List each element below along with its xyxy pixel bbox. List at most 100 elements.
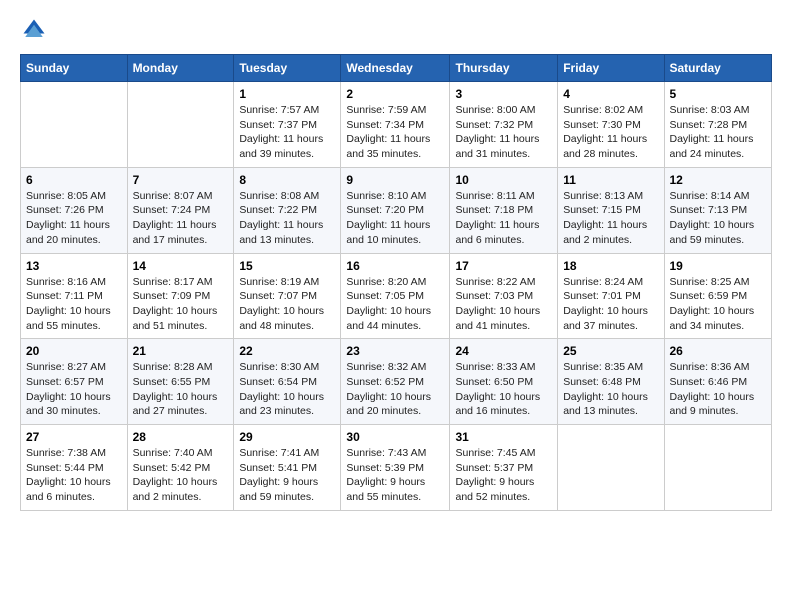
- day-number: 23: [346, 344, 444, 358]
- day-number: 16: [346, 259, 444, 273]
- day-info: Sunrise: 8:20 AM Sunset: 7:05 PM Dayligh…: [346, 276, 431, 332]
- day-number: 19: [670, 259, 767, 273]
- day-info: Sunrise: 8:03 AM Sunset: 7:28 PM Dayligh…: [670, 104, 754, 160]
- calendar-cell: 27 Sunrise: 7:38 AM Sunset: 5:44 PM Dayli…: [21, 425, 128, 511]
- calendar-cell: 26 Sunrise: 8:36 AM Sunset: 6:46 PM Dayli…: [664, 339, 772, 425]
- day-info: Sunrise: 8:32 AM Sunset: 6:52 PM Dayligh…: [346, 361, 431, 417]
- calendar-cell: 15 Sunrise: 8:19 AM Sunset: 7:07 PM Dayli…: [234, 253, 341, 339]
- weekday-header: Wednesday: [341, 55, 450, 82]
- day-info: Sunrise: 8:13 AM Sunset: 7:15 PM Dayligh…: [563, 190, 647, 246]
- calendar-cell: 20Sunrise: 8:27 AM Sunset: 6:57 PM Dayli…: [21, 339, 128, 425]
- day-number: 3: [455, 87, 552, 101]
- day-info: Sunrise: 7:59 AM Sunset: 7:34 PM Dayligh…: [346, 104, 430, 160]
- day-number: 20: [26, 344, 122, 358]
- day-number: 18: [563, 259, 658, 273]
- calendar-week-row: 6 Sunrise: 8:05 AM Sunset: 7:26 PM Daylig…: [21, 167, 772, 253]
- day-info: Sunrise: 8:24 AM Sunset: 7:01 PM Dayligh…: [563, 276, 648, 332]
- weekday-header: Sunday: [21, 55, 128, 82]
- weekday-header: Tuesday: [234, 55, 341, 82]
- day-info: Sunrise: 7:43 AM Sunset: 5:39 PM Dayligh…: [346, 447, 426, 503]
- day-info: Sunrise: 8:16 AM Sunset: 7:11 PM Dayligh…: [26, 276, 111, 332]
- day-number: 28: [133, 430, 229, 444]
- day-number: 14: [133, 259, 229, 273]
- day-info: Sunrise: 8:36 AM Sunset: 6:46 PM Dayligh…: [670, 361, 755, 417]
- day-info: Sunrise: 7:41 AM Sunset: 5:41 PM Dayligh…: [239, 447, 319, 503]
- calendar-cell: 12 Sunrise: 8:14 AM Sunset: 7:13 PM Dayli…: [664, 167, 772, 253]
- day-info: Sunrise: 8:17 AM Sunset: 7:09 PM Dayligh…: [133, 276, 218, 332]
- day-info: Sunrise: 8:05 AM Sunset: 7:26 PM Dayligh…: [26, 190, 110, 246]
- day-number: 5: [670, 87, 767, 101]
- calendar-cell: 1 Sunrise: 7:57 AM Sunset: 7:37 PM Daylig…: [234, 82, 341, 168]
- calendar-cell: 18 Sunrise: 8:24 AM Sunset: 7:01 PM Dayli…: [558, 253, 664, 339]
- day-number: 13: [26, 259, 122, 273]
- calendar-cell: 29 Sunrise: 7:41 AM Sunset: 5:41 PM Dayli…: [234, 425, 341, 511]
- day-info: Sunrise: 7:40 AM Sunset: 5:42 PM Dayligh…: [133, 447, 218, 503]
- calendar-cell: 16 Sunrise: 8:20 AM Sunset: 7:05 PM Dayli…: [341, 253, 450, 339]
- weekday-header: Friday: [558, 55, 664, 82]
- weekday-header: Thursday: [450, 55, 558, 82]
- day-number: 4: [563, 87, 658, 101]
- calendar-week-row: 27 Sunrise: 7:38 AM Sunset: 5:44 PM Dayli…: [21, 425, 772, 511]
- day-info: Sunrise: 8:07 AM Sunset: 7:24 PM Dayligh…: [133, 190, 217, 246]
- calendar-cell: 19 Sunrise: 8:25 AM Sunset: 6:59 PM Dayli…: [664, 253, 772, 339]
- day-number: 29: [239, 430, 335, 444]
- day-number: 30: [346, 430, 444, 444]
- day-number: 12: [670, 173, 767, 187]
- calendar-cell: 11 Sunrise: 8:13 AM Sunset: 7:15 PM Dayli…: [558, 167, 664, 253]
- day-number: 1: [239, 87, 335, 101]
- day-number: 9: [346, 173, 444, 187]
- weekday-header: Saturday: [664, 55, 772, 82]
- calendar-cell: 7 Sunrise: 8:07 AM Sunset: 7:24 PM Daylig…: [127, 167, 234, 253]
- day-number: 25: [563, 344, 658, 358]
- day-info: Sunrise: 7:57 AM Sunset: 7:37 PM Dayligh…: [239, 104, 323, 160]
- day-info: Sunrise: 8:30 AM Sunset: 6:54 PM Dayligh…: [239, 361, 324, 417]
- day-info: Sunrise: 8:10 AM Sunset: 7:20 PM Dayligh…: [346, 190, 430, 246]
- calendar-cell: 5 Sunrise: 8:03 AM Sunset: 7:28 PM Daylig…: [664, 82, 772, 168]
- calendar-cell: 25 Sunrise: 8:35 AM Sunset: 6:48 PM Dayli…: [558, 339, 664, 425]
- calendar-cell: 4 Sunrise: 8:02 AM Sunset: 7:30 PM Daylig…: [558, 82, 664, 168]
- day-number: 6: [26, 173, 122, 187]
- day-info: Sunrise: 8:35 AM Sunset: 6:48 PM Dayligh…: [563, 361, 648, 417]
- calendar-cell: 10Sunrise: 8:11 AM Sunset: 7:18 PM Dayli…: [450, 167, 558, 253]
- day-number: 22: [239, 344, 335, 358]
- day-info: Sunrise: 8:28 AM Sunset: 6:55 PM Dayligh…: [133, 361, 218, 417]
- calendar-cell: 24 Sunrise: 8:33 AM Sunset: 6:50 PM Dayli…: [450, 339, 558, 425]
- day-number: 10: [455, 173, 552, 187]
- day-info: Sunrise: 8:19 AM Sunset: 7:07 PM Dayligh…: [239, 276, 324, 332]
- calendar-week-row: 1 Sunrise: 7:57 AM Sunset: 7:37 PM Daylig…: [21, 82, 772, 168]
- page: SundayMondayTuesdayWednesdayThursdayFrid…: [0, 0, 792, 527]
- calendar-cell: 6 Sunrise: 8:05 AM Sunset: 7:26 PM Daylig…: [21, 167, 128, 253]
- day-info: Sunrise: 8:00 AM Sunset: 7:32 PM Dayligh…: [455, 104, 539, 160]
- calendar-cell: [21, 82, 128, 168]
- calendar-cell: 14 Sunrise: 8:17 AM Sunset: 7:09 PM Dayli…: [127, 253, 234, 339]
- day-info: Sunrise: 8:22 AM Sunset: 7:03 PM Dayligh…: [455, 276, 540, 332]
- day-number: 11: [563, 173, 658, 187]
- calendar-cell: 31Sunrise: 7:45 AM Sunset: 5:37 PM Dayli…: [450, 425, 558, 511]
- calendar-week-row: 13 Sunrise: 8:16 AM Sunset: 7:11 PM Dayli…: [21, 253, 772, 339]
- day-info: Sunrise: 8:02 AM Sunset: 7:30 PM Dayligh…: [563, 104, 647, 160]
- day-info: Sunrise: 8:08 AM Sunset: 7:22 PM Dayligh…: [239, 190, 323, 246]
- calendar-week-row: 20Sunrise: 8:27 AM Sunset: 6:57 PM Dayli…: [21, 339, 772, 425]
- day-number: 26: [670, 344, 767, 358]
- day-number: 24: [455, 344, 552, 358]
- calendar-cell: 28 Sunrise: 7:40 AM Sunset: 5:42 PM Dayli…: [127, 425, 234, 511]
- calendar-cell: 30 Sunrise: 7:43 AM Sunset: 5:39 PM Dayli…: [341, 425, 450, 511]
- calendar-cell: [558, 425, 664, 511]
- logo: [20, 16, 52, 44]
- calendar-cell: [127, 82, 234, 168]
- weekday-header-row: SundayMondayTuesdayWednesdayThursdayFrid…: [21, 55, 772, 82]
- weekday-header: Monday: [127, 55, 234, 82]
- day-info: Sunrise: 8:33 AM Sunset: 6:50 PM Dayligh…: [455, 361, 540, 417]
- day-info: Sunrise: 8:25 AM Sunset: 6:59 PM Dayligh…: [670, 276, 755, 332]
- day-number: 27: [26, 430, 122, 444]
- day-info: Sunrise: 7:45 AM Sunset: 5:37 PM Dayligh…: [455, 447, 535, 503]
- day-info: Sunrise: 8:14 AM Sunset: 7:13 PM Dayligh…: [670, 190, 755, 246]
- day-number: 17: [455, 259, 552, 273]
- day-number: 15: [239, 259, 335, 273]
- calendar-cell: 17 Sunrise: 8:22 AM Sunset: 7:03 PM Dayli…: [450, 253, 558, 339]
- calendar-cell: 2Sunrise: 7:59 AM Sunset: 7:34 PM Daylig…: [341, 82, 450, 168]
- day-number: 7: [133, 173, 229, 187]
- calendar-cell: [664, 425, 772, 511]
- day-info: Sunrise: 7:38 AM Sunset: 5:44 PM Dayligh…: [26, 447, 111, 503]
- calendar-cell: 21Sunrise: 8:28 AM Sunset: 6:55 PM Dayli…: [127, 339, 234, 425]
